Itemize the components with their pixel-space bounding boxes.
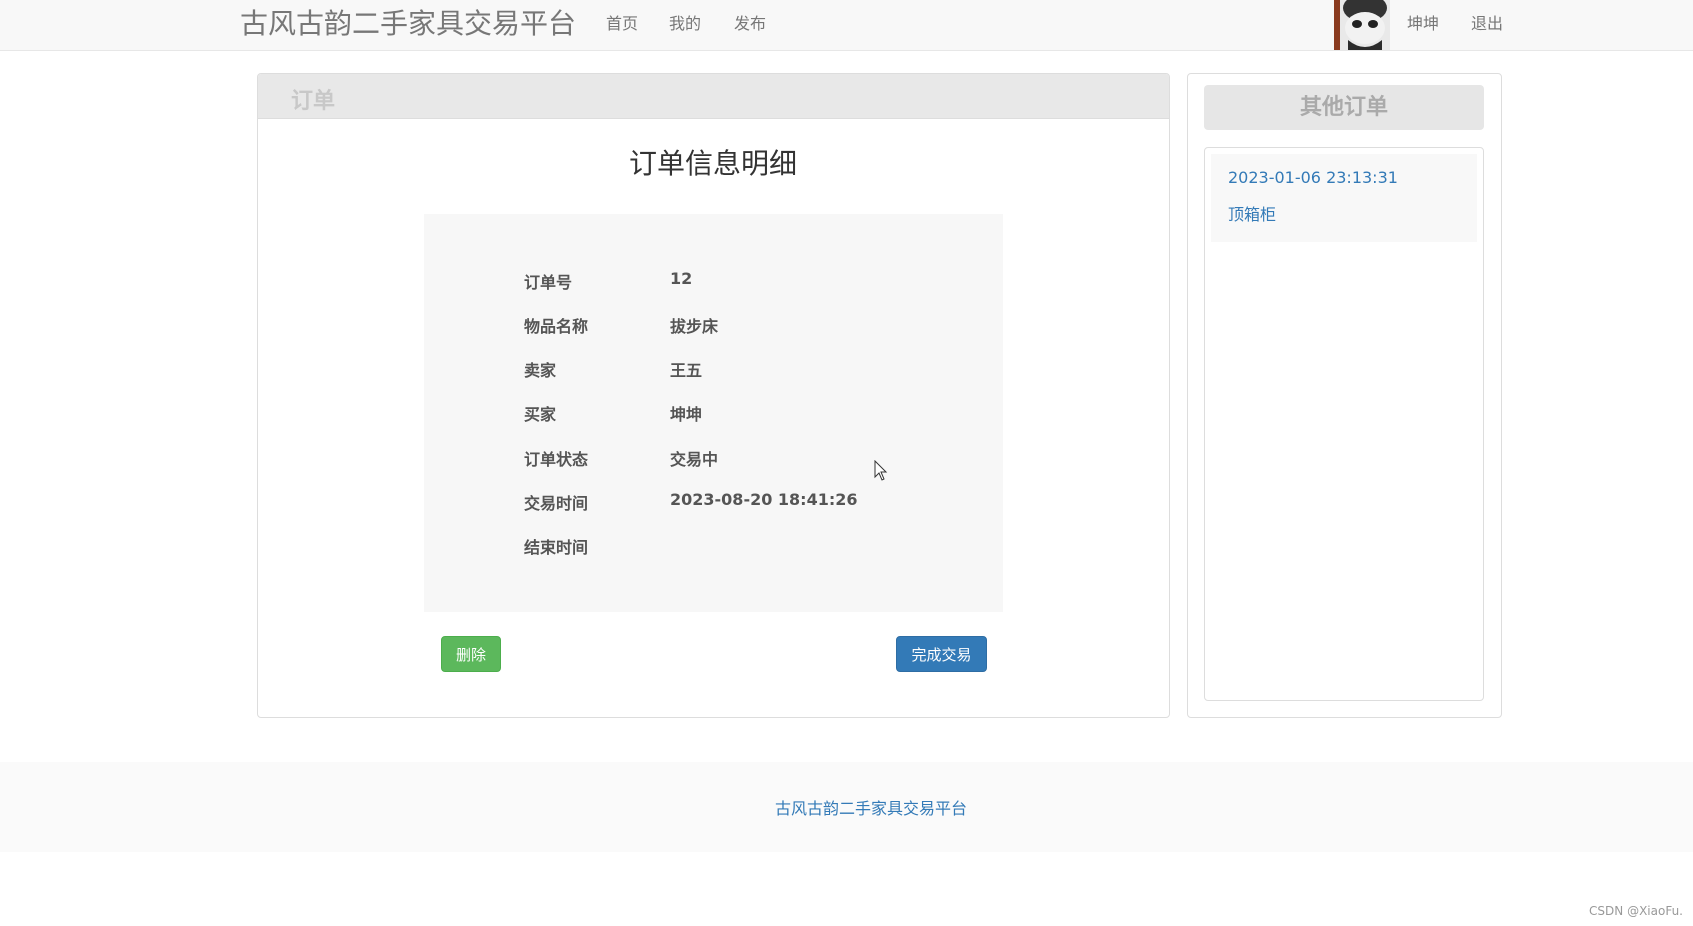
seller-label: 卖家 — [524, 361, 557, 380]
item-name-label: 物品名称 — [524, 317, 589, 336]
user-avatar[interactable] — [1334, 0, 1390, 50]
delete-button[interactable]: 删除 — [441, 636, 501, 672]
list-item[interactable]: 2023-01-06 23:13:31 顶箱柜 — [1211, 154, 1477, 242]
logout-link[interactable]: 退出 — [1471, 14, 1503, 34]
other-order-name[interactable]: 顶箱柜 — [1228, 201, 1276, 225]
other-order-time[interactable]: 2023-01-06 23:13:31 — [1228, 168, 1398, 187]
order-status-value: 交易中 — [670, 450, 719, 469]
trade-time-value: 2023-08-20 18:41:26 — [670, 490, 858, 509]
order-status-label: 订单状态 — [524, 450, 589, 469]
top-navbar: 古风古韵二手家具交易平台 首页 我的 发布 坤坤 退出 — [0, 0, 1693, 51]
nav-link-home[interactable]: 首页 — [606, 14, 638, 34]
watermark: CSDN @XiaoFu. — [1589, 904, 1683, 918]
other-orders-list: 2023-01-06 23:13:31 顶箱柜 — [1204, 147, 1484, 701]
order-detail-title: 订单信息明细 — [628, 147, 797, 180]
seller-value: 王五 — [670, 361, 703, 380]
buyer-label: 买家 — [524, 405, 557, 424]
order-panel-heading-text: 订单 — [291, 89, 336, 114]
complete-trade-button[interactable]: 完成交易 — [896, 636, 987, 672]
mouse-cursor-icon — [874, 459, 888, 486]
order-detail-box: 订单号 12 物品名称 拔步床 卖家 王五 买家 坤坤 订单状态 交易中 交易时… — [424, 214, 1003, 612]
trade-time-label: 交易时间 — [524, 494, 589, 513]
other-orders-heading: 其他订单 — [1204, 85, 1484, 130]
end-time-label: 结束时间 — [524, 538, 589, 557]
order-panel: 订单 订单信息明细 订单号 12 物品名称 拔步床 卖家 王五 买家 坤坤 订单… — [257, 73, 1170, 718]
nav-link-mine[interactable]: 我的 — [669, 14, 701, 34]
page-footer: 古风古韵二手家具交易平台 — [0, 762, 1693, 852]
buyer-value: 坤坤 — [670, 405, 703, 424]
nav-link-publish[interactable]: 发布 — [734, 14, 766, 34]
footer-site-link[interactable]: 古风古韵二手家具交易平台 — [0, 795, 1693, 819]
order-id-label: 订单号 — [524, 273, 573, 292]
site-brand[interactable]: 古风古韵二手家具交易平台 — [240, 6, 576, 42]
item-name-value: 拔步床 — [670, 317, 719, 336]
panda-avatar-icon — [1334, 0, 1390, 50]
nav-username[interactable]: 坤坤 — [1407, 14, 1439, 34]
other-orders-panel: 其他订单 2023-01-06 23:13:31 顶箱柜 — [1187, 73, 1502, 718]
order-id-value: 12 — [670, 269, 693, 288]
order-panel-heading: 订单 — [258, 74, 1169, 119]
